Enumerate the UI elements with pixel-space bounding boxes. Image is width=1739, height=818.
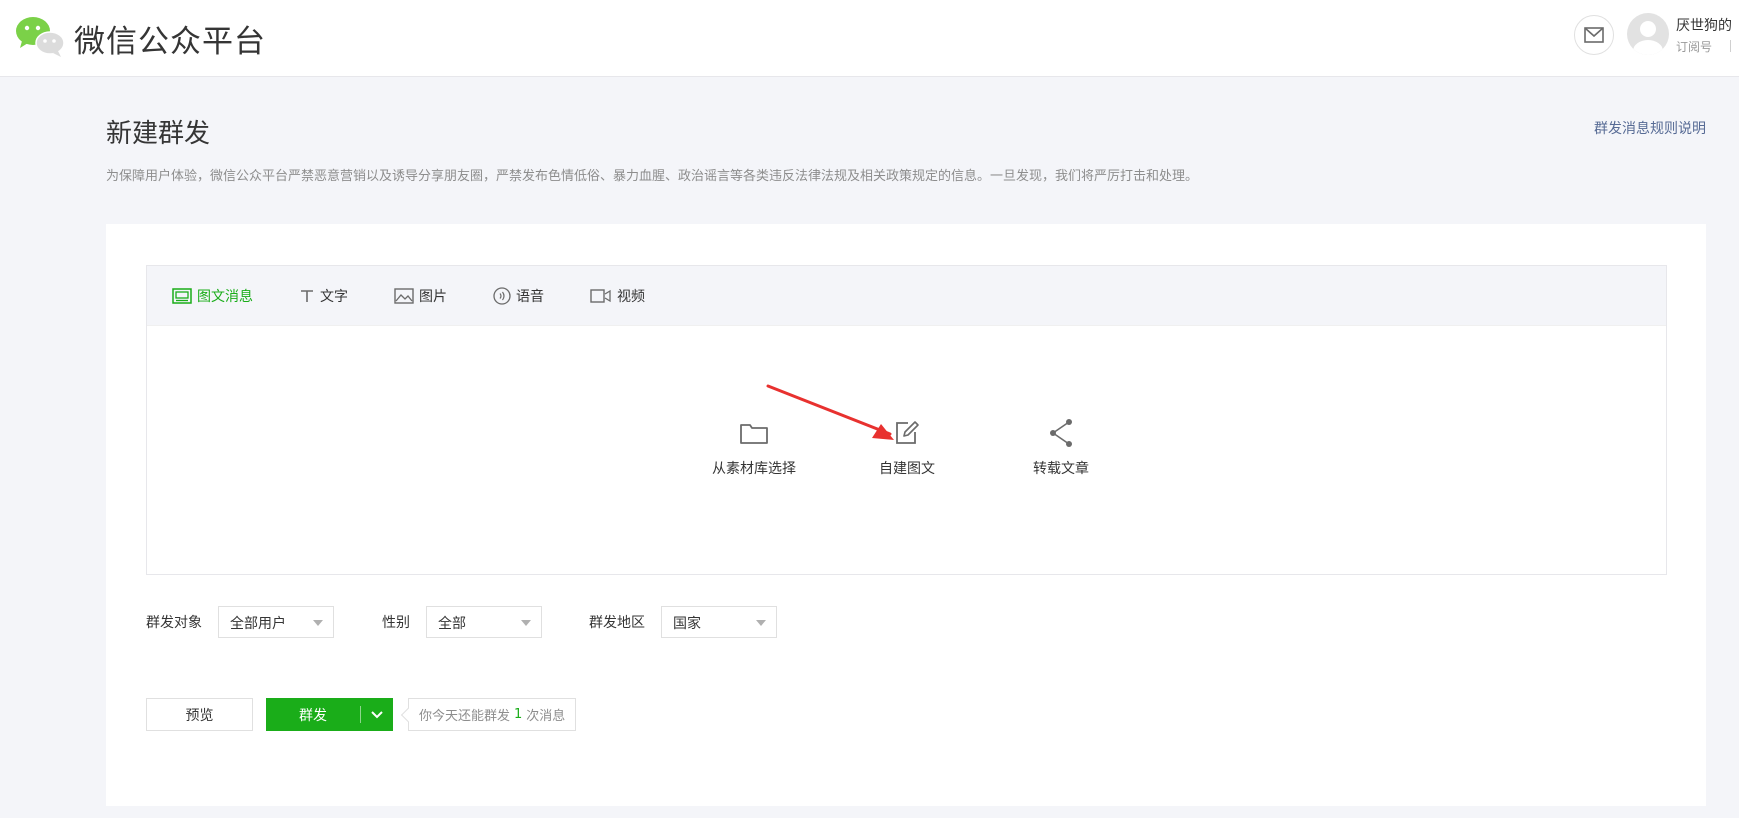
tab-text[interactable]: 文字 <box>299 266 348 326</box>
chevron-down-icon <box>370 710 383 718</box>
account-name[interactable]: 厌世狗的 <box>1676 15 1732 35</box>
news-icon <box>172 288 192 304</box>
send-options-button[interactable] <box>360 698 393 731</box>
region-select-value: 国家 <box>673 616 701 632</box>
account-divider <box>1730 40 1731 52</box>
quota-count: 1 <box>514 707 523 722</box>
voice-icon <box>493 287 511 305</box>
repost-article-label: 转载文章 <box>1033 461 1089 477</box>
tab-news-label: 图文消息 <box>197 289 253 305</box>
target-select[interactable]: 全部用户 <box>218 606 334 638</box>
target-select-value: 全部用户 <box>230 616 286 632</box>
chevron-down-icon <box>756 620 766 626</box>
tab-image[interactable]: 图片 <box>394 266 447 326</box>
share-icon <box>1050 419 1072 447</box>
repost-article-option[interactable]: 转载文章 <box>1001 416 1121 478</box>
create-news-label: 自建图文 <box>879 461 935 477</box>
image-icon <box>394 288 414 304</box>
wechat-logo[interactable] <box>14 14 66 58</box>
select-from-library-label: 从素材库选择 <box>712 461 796 477</box>
region-label: 群发地区 <box>589 615 645 631</box>
brand-title: 微信公众平台 <box>74 24 266 60</box>
tab-video-label: 视频 <box>617 289 645 305</box>
tab-video[interactable]: 视频 <box>590 266 645 326</box>
tab-voice[interactable]: 语音 <box>493 266 544 326</box>
tab-news[interactable]: 图文消息 <box>172 266 253 326</box>
gender-select[interactable]: 全部 <box>426 606 542 638</box>
send-quota-tip: 你今天还能群发 1 次消息 <box>408 698 577 731</box>
annotation-arrow <box>766 384 894 440</box>
video-icon <box>590 289 611 303</box>
tab-voice-label: 语音 <box>516 289 544 305</box>
account-type: 订阅号 <box>1676 40 1713 54</box>
mail-icon <box>1584 27 1604 43</box>
preview-button[interactable]: 预览 <box>146 698 253 731</box>
gender-select-value: 全部 <box>438 616 466 632</box>
tab-image-label: 图片 <box>419 289 447 305</box>
send-divider <box>360 706 361 723</box>
send-button[interactable]: 群发 <box>266 698 360 731</box>
region-select[interactable]: 国家 <box>661 606 777 638</box>
chevron-down-icon <box>313 620 323 626</box>
rules-link[interactable]: 群发消息规则说明 <box>1594 118 1706 138</box>
tab-text-label: 文字 <box>320 289 348 305</box>
target-label: 群发对象 <box>146 615 202 631</box>
policy-notice: 为保障用户体验，微信公众平台严禁恶意营销以及诱导分享朋友圈，严禁发布色情低俗、暴… <box>106 169 1199 184</box>
text-icon <box>301 290 313 302</box>
mail-button[interactable] <box>1574 15 1614 55</box>
quota-suffix: 次消息 <box>526 709 566 724</box>
quota-prefix: 你今天还能群发 <box>419 709 511 724</box>
page-title: 新建群发 <box>106 119 211 149</box>
user-avatar-icon <box>1633 21 1663 55</box>
message-type-tabs: 图文消息 文字 图片 语音 视频 <box>147 266 1666 326</box>
chevron-down-icon <box>521 620 531 626</box>
top-bar: 微信公众平台 厌世狗的 订阅号 <box>0 0 1739 77</box>
avatar[interactable] <box>1627 13 1669 55</box>
gender-label: 性别 <box>382 615 410 631</box>
